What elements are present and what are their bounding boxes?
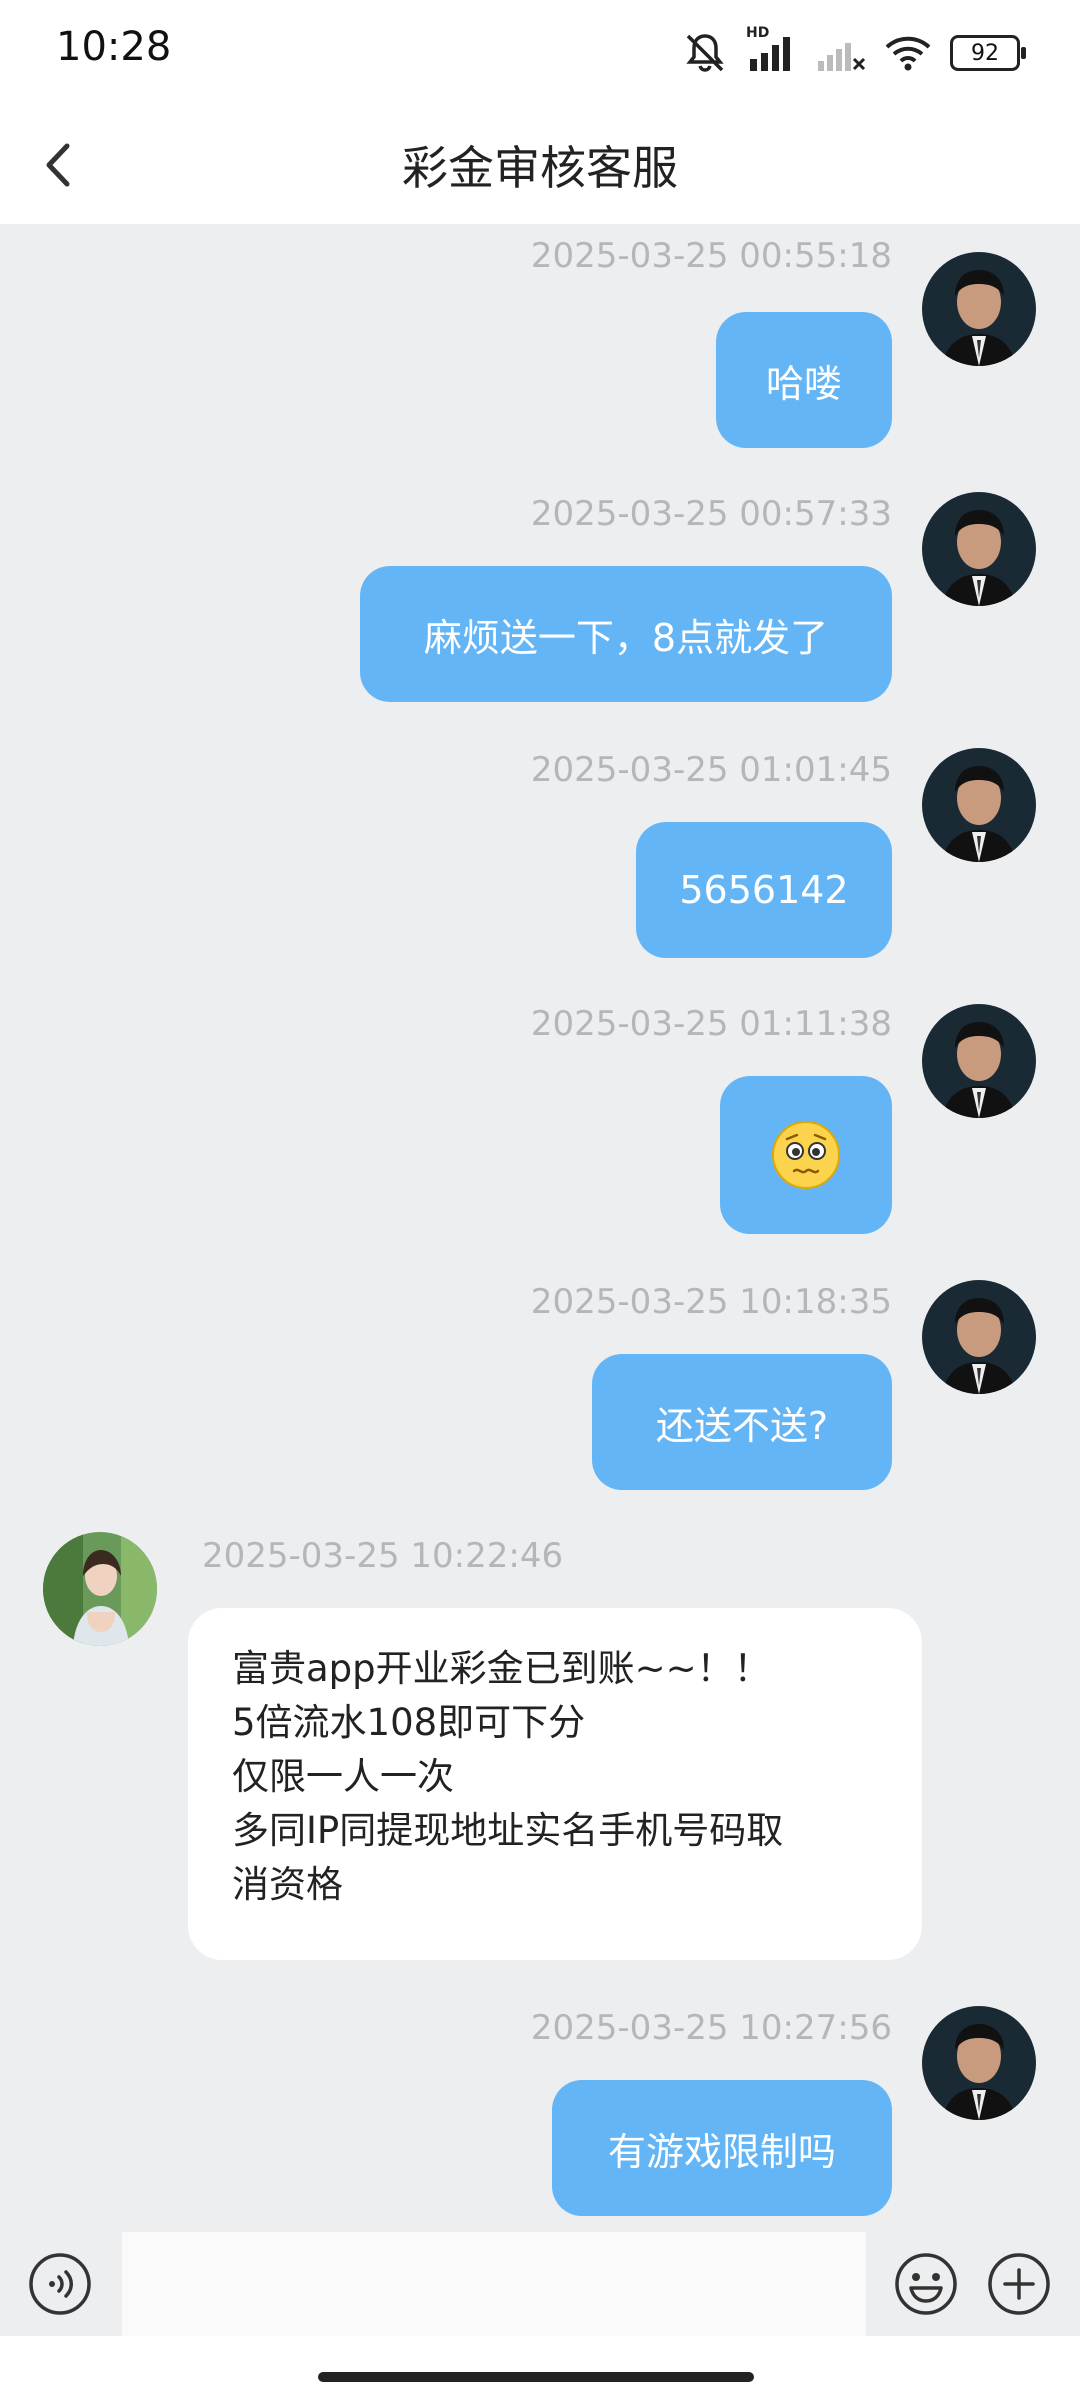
message-input[interactable] (122, 2232, 866, 2336)
chat-message-list[interactable]: 2025-03-25 00:55:18 哈喽 2025-03-25 00:57:… (0, 224, 1080, 2216)
message-line: 5倍流水108即可下分 (232, 1701, 586, 1744)
message-timestamp: 2025-03-25 10:22:46 (202, 1536, 564, 1576)
signal-hd-icon: HD (746, 25, 798, 73)
add-attachment-button[interactable] (987, 2252, 1051, 2316)
message-input-bar (0, 2216, 1080, 2336)
battery-level: 92 (971, 40, 999, 66)
sent-message-bubble[interactable]: 有游戏限制吗 (552, 2080, 892, 2216)
message-timestamp: 2025-03-25 00:57:33 (530, 494, 892, 534)
message-timestamp: 2025-03-25 01:11:38 (530, 1004, 892, 1044)
user-avatar[interactable] (922, 492, 1036, 606)
user-avatar[interactable] (922, 748, 1036, 862)
status-bar: 10:28 HD 92 (0, 0, 1080, 110)
message-line: 多同IP同提现地址实名手机号码取 (232, 1809, 784, 1852)
signal-no-service-icon (818, 43, 866, 71)
message-timestamp: 2025-03-25 01:01:45 (530, 750, 892, 790)
message-line: 仅限一人一次 (232, 1755, 454, 1798)
message-timestamp: 2025-03-25 10:18:35 (530, 1282, 892, 1322)
status-icons: HD 92 (682, 25, 1026, 76)
sent-message-bubble[interactable]: 哈喽 (716, 312, 892, 448)
message-line: 富贵app开业彩金已到账~~！！ (232, 1647, 771, 1690)
pleading-face-emoji (772, 1121, 840, 1189)
battery-icon: 92 (950, 35, 1026, 71)
message-timestamp: 2025-03-25 10:27:56 (530, 2008, 892, 2048)
emoji-icon (895, 2253, 957, 2315)
received-message-bubble[interactable]: 富贵app开业彩金已到账~~！！ 5倍流水108即可下分 仅限一人一次 多同IP… (188, 1608, 922, 1960)
message-line: 消资格 (232, 1863, 343, 1906)
sent-emoji-bubble[interactable] (720, 1076, 892, 1234)
voice-icon (29, 2253, 91, 2315)
user-avatar[interactable] (922, 252, 1036, 366)
home-indicator[interactable] (318, 2372, 754, 2382)
status-time: 10:28 (56, 24, 172, 70)
chat-title: 彩金审核客服 (402, 141, 678, 195)
system-navigation-bar (0, 2336, 1080, 2400)
emoji-button[interactable] (894, 2252, 958, 2316)
message-timestamp: 2025-03-25 00:55:18 (530, 236, 892, 276)
mute-bell-icon (686, 34, 724, 72)
user-avatar[interactable] (922, 1280, 1036, 1394)
sent-message-bubble[interactable]: 麻烦送一下，8点就发了 (360, 566, 892, 702)
wifi-icon (885, 36, 931, 71)
user-avatar[interactable] (922, 2006, 1036, 2120)
chat-header: 彩金审核客服 (0, 110, 1080, 224)
user-avatar[interactable] (922, 1004, 1036, 1118)
sent-message-bubble[interactable]: 5656142 (636, 822, 892, 958)
agent-avatar[interactable] (43, 1532, 157, 1646)
plus-icon (988, 2253, 1050, 2315)
voice-button[interactable] (28, 2252, 92, 2316)
sent-message-bubble[interactable]: 还送不送? (592, 1354, 892, 1490)
